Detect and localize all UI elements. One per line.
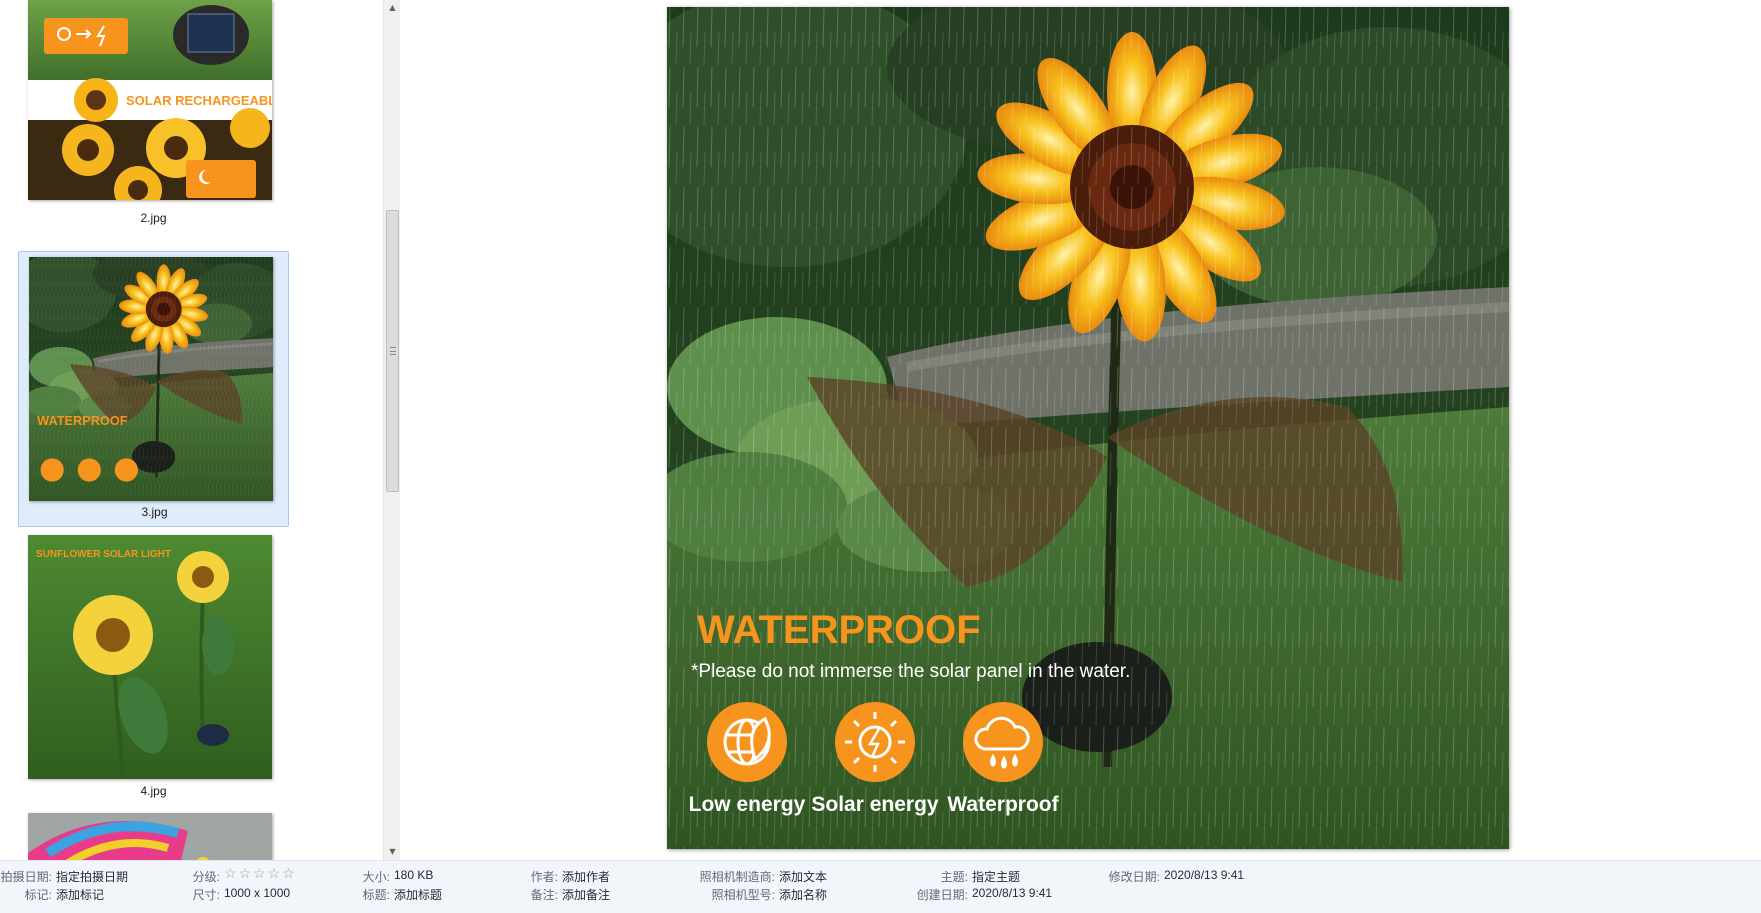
- waterproof-thumbnail-picture: WATERPROOF: [29, 257, 273, 501]
- solar-rechargeable-picture: SOLAR RECHARGEABLE: [28, 0, 272, 200]
- rating-stars[interactable]: ☆☆☆☆☆: [224, 865, 297, 882]
- comments-value[interactable]: 添加备注: [562, 886, 610, 903]
- camera-maker-value[interactable]: 添加文本: [779, 868, 827, 885]
- thumbnail-image-4[interactable]: SUNFLOWER SOLAR LIGHT: [28, 535, 272, 779]
- feature-label-waterproof: Waterproof: [947, 793, 1059, 816]
- date-created-value: 2020/8/13 9:41: [972, 886, 1053, 900]
- dimensions-value: 1000 x 1000: [224, 886, 291, 900]
- tags-value[interactable]: 添加标记: [56, 886, 104, 903]
- sunflower-solar-light-picture: SUNFLOWER SOLAR LIGHT: [28, 535, 272, 779]
- subject-value[interactable]: 指定主题: [972, 868, 1020, 885]
- thumbnail-pane: SOLAR RECHARGEABLE 2.jpg WATERPROOF 3.jp…: [0, 0, 400, 860]
- size-label: 大小:: [362, 870, 390, 884]
- thumbnail-label-4: 4.jpg: [140, 784, 167, 798]
- title-label: 标题:: [362, 888, 390, 902]
- date-created-label: 创建日期:: [916, 888, 968, 902]
- feature-label-low-energy: Low energy: [689, 793, 806, 816]
- thumbnail-label-3: 3.jpg: [141, 505, 168, 519]
- size-value: 180 KB: [394, 868, 434, 882]
- dimensions-label: 尺寸:: [192, 888, 220, 902]
- thumbnail-item-4[interactable]: SUNFLOWER SOLAR LIGHT 4.jpg: [18, 529, 289, 809]
- thumbnail-image-2[interactable]: SOLAR RECHARGEABLE: [28, 0, 272, 200]
- thumb4-caption: SUNFLOWER SOLAR LIGHT: [36, 549, 171, 560]
- rating-label: 分级:: [192, 870, 220, 884]
- camera-model-value[interactable]: 添加名称: [779, 886, 827, 903]
- scroll-down-arrow-icon[interactable]: ▼: [384, 844, 400, 860]
- scroll-up-arrow-icon[interactable]: ▲: [384, 0, 400, 16]
- thumbnail-item-5[interactable]: [18, 811, 289, 860]
- author-value[interactable]: 添加作者: [562, 868, 610, 885]
- date-taken-label: 拍摄日期:: [0, 870, 52, 884]
- thumbnail-label-2: 2.jpg: [140, 211, 167, 225]
- star-icon[interactable]: ☆: [253, 865, 268, 881]
- scrollbar-grip-icon: [390, 347, 396, 355]
- thumb3-caption: WATERPROOF: [37, 413, 128, 428]
- sunflower-large: [73, 595, 153, 675]
- sunflower-small: [177, 551, 229, 603]
- comments-label: 备注:: [530, 888, 558, 902]
- vertical-scrollbar[interactable]: ▲ ▼: [383, 0, 400, 860]
- date-taken-value[interactable]: 指定拍摄日期: [56, 868, 128, 885]
- thumbnail-image-3[interactable]: WATERPROOF: [29, 257, 273, 501]
- subject-label: 主题:: [940, 870, 968, 884]
- waterproof-preview-picture: WATERPROOF *Please do not immerse the so…: [667, 7, 1509, 849]
- tags-label: 标记:: [24, 888, 52, 902]
- scrollbar-thumb[interactable]: [386, 210, 399, 492]
- image-preview-pane: WATERPROOF *Please do not immerse the so…: [400, 0, 1761, 860]
- umbrella-picture: [28, 813, 272, 860]
- camera-model-label: 照相机型号:: [711, 888, 775, 902]
- star-icon[interactable]: ☆: [239, 865, 254, 881]
- thumbnail-item-2[interactable]: SOLAR RECHARGEABLE 2.jpg: [18, 0, 289, 250]
- thumbnail-image-5[interactable]: [28, 813, 272, 860]
- camera-maker-label: 照相机制造商:: [699, 870, 775, 884]
- feature-label-solar-energy: Solar energy: [811, 793, 939, 816]
- star-icon[interactable]: ☆: [282, 865, 297, 881]
- preview-image[interactable]: WATERPROOF *Please do not immerse the so…: [667, 7, 1509, 849]
- details-pane: 拍摄日期: 指定拍摄日期 标记: 添加标记 分级: ☆☆☆☆☆ 尺寸: 1000…: [0, 860, 1761, 913]
- date-modified-value: 2020/8/13 9:41: [1164, 868, 1245, 882]
- image-viewer-window: SOLAR RECHARGEABLE 2.jpg WATERPROOF 3.jp…: [0, 0, 1761, 913]
- star-icon[interactable]: ☆: [224, 865, 239, 881]
- author-label: 作者:: [530, 870, 558, 884]
- waterproof-headline: WATERPROOF: [697, 608, 981, 652]
- title-value[interactable]: 添加标题: [394, 886, 442, 903]
- waterproof-subtext: *Please do not immerse the solar panel i…: [691, 661, 1130, 682]
- star-icon[interactable]: ☆: [268, 865, 283, 881]
- thumbnail-item-3[interactable]: WATERPROOF 3.jpg: [18, 251, 289, 527]
- thumb2-caption: SOLAR RECHARGEABLE: [126, 93, 272, 108]
- date-modified-label: 修改日期:: [1108, 870, 1160, 884]
